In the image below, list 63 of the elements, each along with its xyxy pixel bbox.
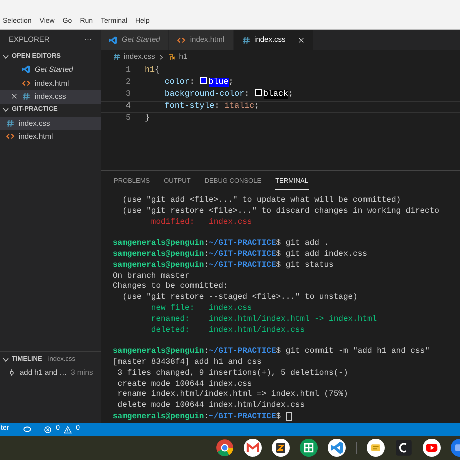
code-line: } <box>145 112 150 125</box>
code-brackets-icon <box>22 78 31 88</box>
code-editor-icon[interactable] <box>328 439 346 457</box>
terminal-line: deleted: index.html/index.css <box>150 326 306 335</box>
chevron-icon <box>158 54 166 60</box>
hash-icon <box>242 36 251 44</box>
value-text: italic <box>224 102 255 111</box>
terminal-line: Changes to be committed: <box>113 282 228 292</box>
value-text: blue <box>208 78 229 87</box>
line-number: 2 <box>125 76 132 89</box>
color-swatch[interactable] <box>254 88 262 96</box>
code-brackets-icon <box>177 36 186 44</box>
terminal-line: samgenerals@penguin:~/GIT-PRACTICE$ git commit -m "add h1 and css" <box>113 347 430 356</box>
terminal-line: 3 files changed, 9 insertions(+), 5 deletions(-) <box>116 368 348 378</box>
terminal-line: modified: index.css <box>150 218 252 227</box>
code-line: background-color: black; <box>164 88 294 101</box>
terminal-line: [master 83438f4] add h1 and css <box>113 358 262 367</box>
code-line: font-style: italic; <box>164 100 260 113</box>
terminal-line: (use "git restore --staged <file>..." to unstage) <box>122 293 358 302</box>
terminal-line: delete mode 100644 index.html/index.css <box>116 401 306 410</box>
console-icon[interactable] <box>395 439 413 457</box>
envelope-icon[interactable] <box>244 439 262 457</box>
terminal-line: samgenerals@penguin:~/GIT-PRACTICE$ <box>113 412 282 422</box>
close-icon[interactable] <box>11 93 18 100</box>
note-icon[interactable] <box>367 439 385 457</box>
commit-icon <box>8 368 16 377</box>
chevron-icon[interactable] <box>2 106 10 114</box>
value-text: black <box>264 90 288 99</box>
terminal-cursor <box>286 412 292 421</box>
hash-icon <box>22 92 31 102</box>
chevron-icon[interactable] <box>2 52 10 60</box>
terminal-line: (use "git restore <file>..." to discard changes in working directo <box>122 206 440 216</box>
terminal-line: samgenerals@penguin:~/GIT-PRACTICE$ git add . <box>113 239 330 248</box>
terminal-line: samgenerals@penguin:~/GIT-PRACTICE$ git add index.css <box>113 250 368 259</box>
symbol-icon <box>168 53 176 61</box>
line-number: 5 <box>125 112 132 125</box>
sync-icon[interactable] <box>23 425 32 434</box>
close-icon[interactable] <box>298 36 305 44</box>
code-line: color: blue; <box>164 76 234 89</box>
terminal-line: rename index.html/index.html => index.html (75%) <box>116 390 348 400</box>
code-brackets-icon <box>6 132 15 142</box>
play-icon[interactable] <box>423 439 441 457</box>
line-number: 4 <box>125 100 132 113</box>
code-editor-icon <box>109 36 118 44</box>
app-icon[interactable] <box>272 439 290 457</box>
color-swatch[interactable] <box>200 76 207 84</box>
warning-icon <box>64 426 72 434</box>
terminal-line: On branch master <box>113 272 190 281</box>
terminal-line: (use "git add <file>..." to update what will be committed) <box>122 196 402 205</box>
code-line: h1{ <box>145 64 160 77</box>
terminal-line: samgenerals@penguin:~/GIT-PRACTICE$ git status <box>113 260 334 270</box>
hash-icon <box>6 118 15 128</box>
terminal-line: renamed: index.html/index.html -> index.html <box>150 314 378 324</box>
terminal-line: create mode 100644 index.css <box>116 380 252 389</box>
chevron-icon[interactable] <box>2 356 10 364</box>
line-number: 3 <box>125 88 132 101</box>
error-icon <box>44 426 52 434</box>
hash-icon <box>113 53 121 61</box>
code-editor-icon <box>22 65 31 74</box>
terminal-line: new file: index.css <box>150 304 252 313</box>
grid-icon[interactable] <box>300 439 318 457</box>
line-number: 1 <box>125 64 132 77</box>
round-logo-icon[interactable] <box>216 439 234 457</box>
